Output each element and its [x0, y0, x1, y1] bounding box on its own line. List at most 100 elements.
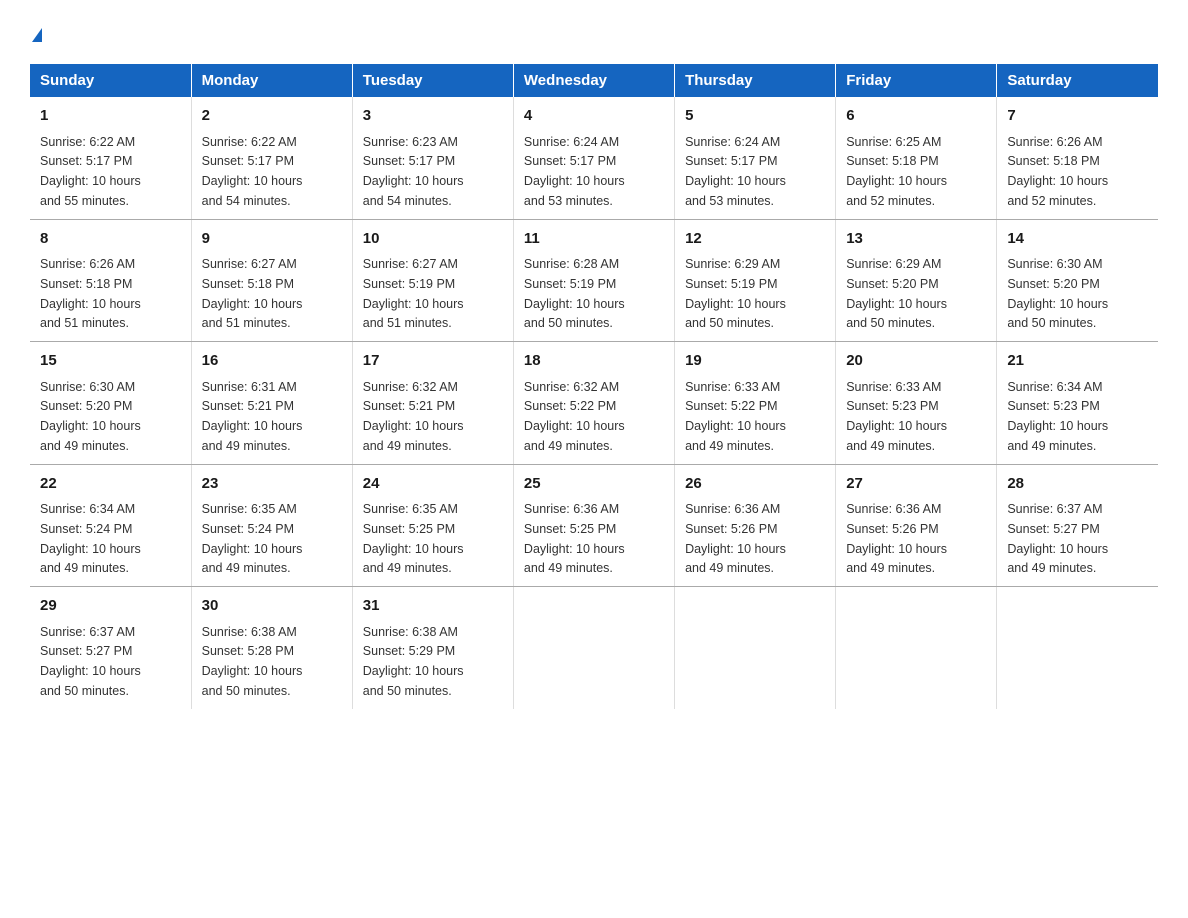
sunrise-info: Sunrise: 6:30 AMSunset: 5:20 PMDaylight:… [40, 380, 141, 453]
sunrise-info: Sunrise: 6:30 AMSunset: 5:20 PMDaylight:… [1007, 257, 1108, 330]
day-cell: 4 Sunrise: 6:24 AMSunset: 5:17 PMDaylight… [513, 97, 674, 219]
day-cell: 5 Sunrise: 6:24 AMSunset: 5:17 PMDaylight… [675, 97, 836, 219]
week-row-4: 22Sunrise: 6:34 AMSunset: 5:24 PMDayligh… [30, 464, 1158, 587]
sunrise-info: Sunrise: 6:22 AMSunset: 5:17 PMDaylight:… [202, 135, 303, 208]
day-number: 14 [1007, 228, 1148, 251]
day-number: 29 [40, 595, 181, 618]
sunrise-info: Sunrise: 6:22 AMSunset: 5:17 PMDaylight:… [40, 135, 141, 208]
day-cell: 23Sunrise: 6:35 AMSunset: 5:24 PMDayligh… [191, 464, 352, 587]
page-header [30, 20, 1158, 46]
day-cell: 15 Sunrise: 6:30 AMSunset: 5:20 PMDayligh… [30, 342, 191, 465]
week-row-5: 29Sunrise: 6:37 AMSunset: 5:27 PMDayligh… [30, 587, 1158, 709]
day-cell: 7 Sunrise: 6:26 AMSunset: 5:18 PMDaylight… [997, 97, 1158, 219]
sunrise-info: Sunrise: 6:28 AMSunset: 5:19 PMDaylight:… [524, 257, 625, 330]
sunrise-info: Sunrise: 6:25 AMSunset: 5:18 PMDaylight:… [846, 135, 947, 208]
calendar-header-row: SundayMondayTuesdayWednesdayThursdayFrid… [30, 64, 1158, 97]
day-number: 31 [363, 595, 503, 618]
day-cell: 14 Sunrise: 6:30 AMSunset: 5:20 PMDayligh… [997, 219, 1158, 342]
day-number: 7 [1007, 105, 1148, 128]
day-cell: 19 Sunrise: 6:33 AMSunset: 5:22 PMDayligh… [675, 342, 836, 465]
logo [30, 20, 42, 46]
day-cell [513, 587, 674, 709]
sunrise-info: Sunrise: 6:26 AMSunset: 5:18 PMDaylight:… [1007, 135, 1108, 208]
day-number: 3 [363, 105, 503, 128]
day-cell: 12Sunrise: 6:29 AMSunset: 5:19 PMDayligh… [675, 219, 836, 342]
day-cell [675, 587, 836, 709]
day-cell: 1Sunrise: 6:22 AMSunset: 5:17 PMDaylight… [30, 97, 191, 219]
sunrise-info: Sunrise: 6:33 AMSunset: 5:23 PMDaylight:… [846, 380, 947, 453]
sunrise-info: Sunrise: 6:32 AMSunset: 5:21 PMDaylight:… [363, 380, 464, 453]
day-cell [836, 587, 997, 709]
sunrise-info: Sunrise: 6:34 AMSunset: 5:23 PMDaylight:… [1007, 380, 1108, 453]
day-number: 5 [685, 105, 825, 128]
day-cell: 28 Sunrise: 6:37 AMSunset: 5:27 PMDayligh… [997, 464, 1158, 587]
col-header-sunday: Sunday [30, 64, 191, 97]
day-number: 10 [363, 228, 503, 251]
day-number: 23 [202, 473, 342, 496]
week-row-3: 15 Sunrise: 6:30 AMSunset: 5:20 PMDayligh… [30, 342, 1158, 465]
week-row-1: 1Sunrise: 6:22 AMSunset: 5:17 PMDaylight… [30, 97, 1158, 219]
sunrise-info: Sunrise: 6:27 AMSunset: 5:19 PMDaylight:… [363, 257, 464, 330]
day-cell: 20Sunrise: 6:33 AMSunset: 5:23 PMDayligh… [836, 342, 997, 465]
day-number: 8 [40, 228, 181, 251]
day-cell: 27 Sunrise: 6:36 AMSunset: 5:26 PMDayligh… [836, 464, 997, 587]
day-cell: 17 Sunrise: 6:32 AMSunset: 5:21 PMDayligh… [352, 342, 513, 465]
calendar-table: SundayMondayTuesdayWednesdayThursdayFrid… [30, 64, 1158, 709]
day-cell: 22Sunrise: 6:34 AMSunset: 5:24 PMDayligh… [30, 464, 191, 587]
day-cell: 29Sunrise: 6:37 AMSunset: 5:27 PMDayligh… [30, 587, 191, 709]
sunrise-info: Sunrise: 6:24 AMSunset: 5:17 PMDaylight:… [524, 135, 625, 208]
day-number: 16 [202, 350, 342, 373]
day-cell [997, 587, 1158, 709]
day-cell: 2Sunrise: 6:22 AMSunset: 5:17 PMDaylight… [191, 97, 352, 219]
sunrise-info: Sunrise: 6:24 AMSunset: 5:17 PMDaylight:… [685, 135, 786, 208]
day-number: 27 [846, 473, 986, 496]
logo-text [30, 20, 42, 46]
day-cell: 18Sunrise: 6:32 AMSunset: 5:22 PMDayligh… [513, 342, 674, 465]
col-header-thursday: Thursday [675, 64, 836, 97]
day-number: 21 [1007, 350, 1148, 373]
col-header-friday: Friday [836, 64, 997, 97]
day-number: 4 [524, 105, 664, 128]
sunrise-info: Sunrise: 6:23 AMSunset: 5:17 PMDaylight:… [363, 135, 464, 208]
day-cell: 3 Sunrise: 6:23 AMSunset: 5:17 PMDaylight… [352, 97, 513, 219]
day-cell: 25 Sunrise: 6:36 AMSunset: 5:25 PMDayligh… [513, 464, 674, 587]
day-number: 6 [846, 105, 986, 128]
day-cell: 6 Sunrise: 6:25 AMSunset: 5:18 PMDaylight… [836, 97, 997, 219]
day-number: 30 [202, 595, 342, 618]
sunrise-info: Sunrise: 6:33 AMSunset: 5:22 PMDaylight:… [685, 380, 786, 453]
day-number: 12 [685, 228, 825, 251]
day-number: 15 [40, 350, 181, 373]
sunrise-info: Sunrise: 6:38 AMSunset: 5:29 PMDaylight:… [363, 625, 464, 698]
sunrise-info: Sunrise: 6:27 AMSunset: 5:18 PMDaylight:… [202, 257, 303, 330]
col-header-tuesday: Tuesday [352, 64, 513, 97]
day-number: 18 [524, 350, 664, 373]
sunrise-info: Sunrise: 6:29 AMSunset: 5:20 PMDaylight:… [846, 257, 947, 330]
day-cell: 30 Sunrise: 6:38 AMSunset: 5:28 PMDayligh… [191, 587, 352, 709]
day-cell: 24Sunrise: 6:35 AMSunset: 5:25 PMDayligh… [352, 464, 513, 587]
week-row-2: 8 Sunrise: 6:26 AMSunset: 5:18 PMDaylight… [30, 219, 1158, 342]
day-number: 25 [524, 473, 664, 496]
sunrise-info: Sunrise: 6:36 AMSunset: 5:26 PMDaylight:… [685, 502, 786, 575]
day-cell: 8 Sunrise: 6:26 AMSunset: 5:18 PMDaylight… [30, 219, 191, 342]
day-number: 28 [1007, 473, 1148, 496]
logo-triangle-icon [32, 28, 42, 42]
day-cell: 10 Sunrise: 6:27 AMSunset: 5:19 PMDayligh… [352, 219, 513, 342]
day-number: 19 [685, 350, 825, 373]
sunrise-info: Sunrise: 6:36 AMSunset: 5:25 PMDaylight:… [524, 502, 625, 575]
day-number: 17 [363, 350, 503, 373]
day-cell: 31 Sunrise: 6:38 AMSunset: 5:29 PMDayligh… [352, 587, 513, 709]
sunrise-info: Sunrise: 6:38 AMSunset: 5:28 PMDaylight:… [202, 625, 303, 698]
sunrise-info: Sunrise: 6:37 AMSunset: 5:27 PMDaylight:… [1007, 502, 1108, 575]
sunrise-info: Sunrise: 6:31 AMSunset: 5:21 PMDaylight:… [202, 380, 303, 453]
day-number: 13 [846, 228, 986, 251]
col-header-monday: Monday [191, 64, 352, 97]
sunrise-info: Sunrise: 6:26 AMSunset: 5:18 PMDaylight:… [40, 257, 141, 330]
col-header-saturday: Saturday [997, 64, 1158, 97]
col-header-wednesday: Wednesday [513, 64, 674, 97]
day-cell: 16 Sunrise: 6:31 AMSunset: 5:21 PMDayligh… [191, 342, 352, 465]
day-number: 11 [524, 228, 664, 251]
day-cell: 21 Sunrise: 6:34 AMSunset: 5:23 PMDayligh… [997, 342, 1158, 465]
day-cell: 11 Sunrise: 6:28 AMSunset: 5:19 PMDayligh… [513, 219, 674, 342]
sunrise-info: Sunrise: 6:34 AMSunset: 5:24 PMDaylight:… [40, 502, 141, 575]
sunrise-info: Sunrise: 6:36 AMSunset: 5:26 PMDaylight:… [846, 502, 947, 575]
